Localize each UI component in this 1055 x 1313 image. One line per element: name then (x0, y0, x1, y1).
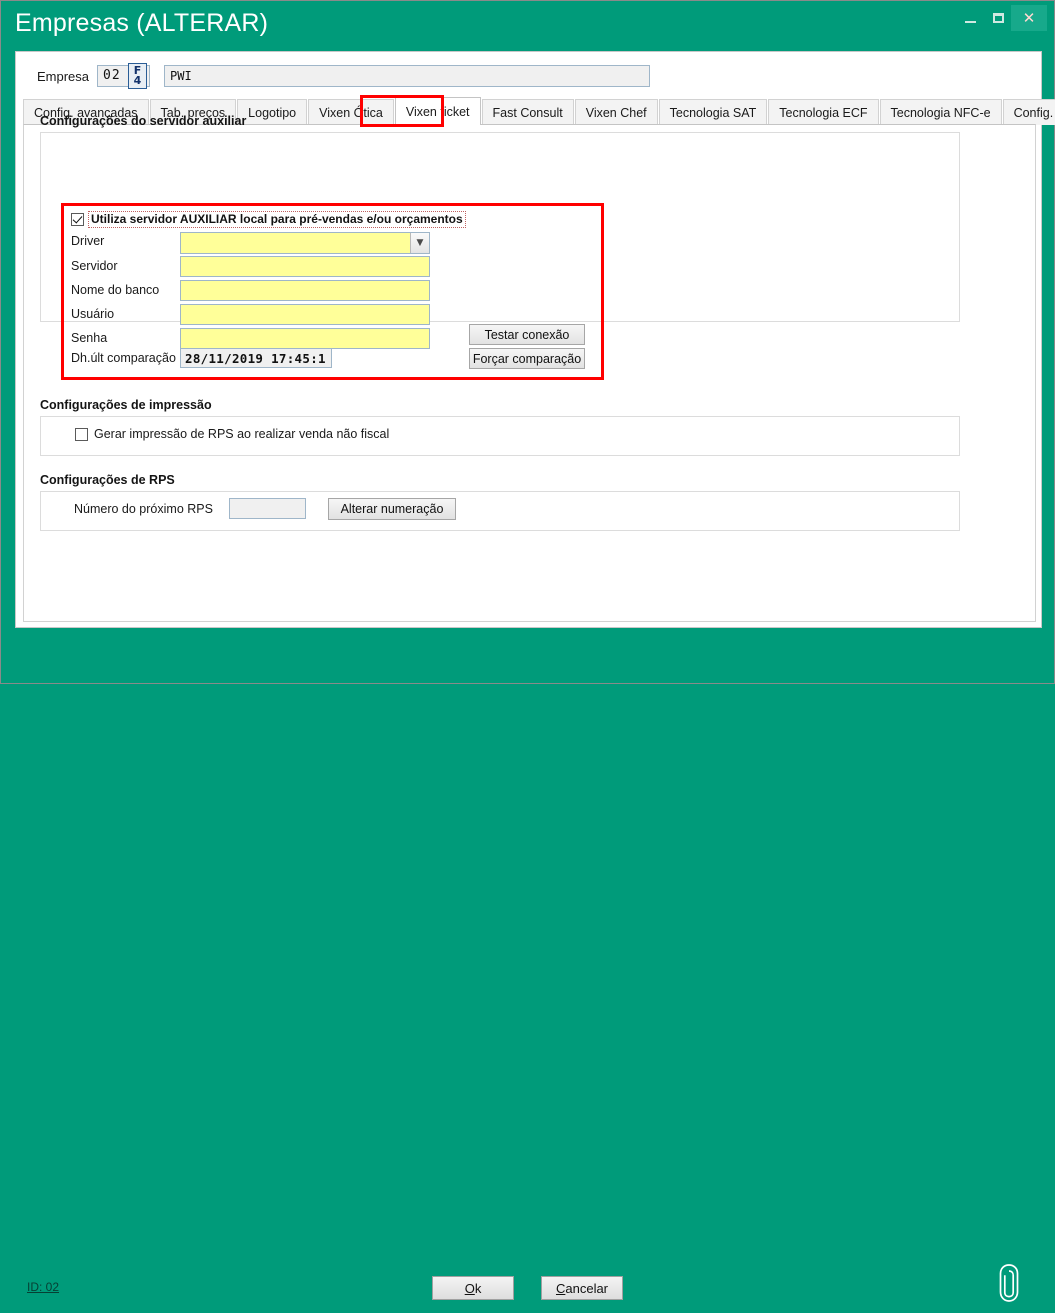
ok-button[interactable]: Ok (432, 1276, 514, 1300)
maximize-button[interactable] (983, 6, 1013, 30)
usuario-label: Usuário (71, 307, 114, 321)
forcar-comparacao-button[interactable]: Forçar comparação (469, 348, 585, 369)
cancel-button[interactable]: Cancelar (541, 1276, 623, 1300)
minimize-icon (965, 21, 976, 23)
tab-vixen-otica[interactable]: Vixen Ótica (308, 99, 394, 125)
senha-label: Senha (71, 331, 107, 345)
empresa-name-input[interactable]: PWI (164, 65, 650, 87)
alterar-numeracao-button[interactable]: Alterar numeração (328, 498, 456, 520)
tab-logotipo[interactable]: Logotipo (237, 99, 307, 125)
tab-fast-consult[interactable]: Fast Consult (482, 99, 574, 125)
record-id-link[interactable]: ID: 02 (27, 1280, 59, 1294)
driver-label: Driver (71, 234, 104, 248)
nome-banco-input[interactable] (180, 280, 430, 301)
tab-tecnologia-ecf[interactable]: Tecnologia ECF (768, 99, 878, 125)
maximize-icon (993, 13, 1004, 23)
servidor-input[interactable] (180, 256, 430, 277)
print-rps-checkbox-row[interactable]: Gerar impressão de RPS ao realizar venda… (75, 427, 389, 441)
paperclip-icon[interactable] (996, 1262, 1026, 1306)
tab-config-whatsapp[interactable]: Config. WhatsApp (1003, 99, 1055, 125)
usuario-input[interactable] (180, 304, 430, 325)
ok-rest-label: k (475, 1281, 482, 1296)
title-bar: Empresas (ALTERAR) ✕ (1, 1, 1055, 51)
application-window: Empresas (ALTERAR) ✕ Empresa 02 F 4 PWI … (0, 0, 1055, 684)
empresa-label: Empresa (37, 69, 89, 84)
server-section-title: Configurações do servidor auxiliar (40, 114, 246, 128)
f4-lookup-button[interactable]: F 4 (128, 63, 147, 89)
ok-accel-char: O (465, 1281, 475, 1296)
senha-input[interactable] (180, 328, 430, 349)
print-section-title: Configurações de impressão (40, 398, 212, 412)
rps-section-title: Configurações de RPS (40, 473, 175, 487)
cancel-accel-char: C (556, 1281, 565, 1296)
tab-tecnologia-nfce[interactable]: Tecnologia NFC-e (880, 99, 1002, 125)
content-panel: Empresa 02 F 4 PWI Config. avançadas Tab… (15, 51, 1042, 628)
servidor-label: Servidor (71, 259, 118, 273)
f4-number: 4 (134, 76, 142, 86)
cancel-rest-label: ancelar (565, 1281, 608, 1296)
print-rps-checkbox[interactable] (75, 428, 88, 441)
aux-server-checkbox-row[interactable]: Utiliza servidor AUXILIAR local para pré… (71, 211, 466, 227)
empresa-row: Empresa 02 F 4 PWI (16, 52, 1041, 97)
chevron-down-icon[interactable]: ▼ (410, 233, 429, 253)
proximo-rps-label: Número do próximo RPS (74, 502, 213, 516)
tab-vixen-chef[interactable]: Vixen Chef (575, 99, 658, 125)
dh-ult-comparacao-label: Dh.últ comparação (71, 351, 176, 365)
dh-ult-comparacao-input[interactable]: 28/11/2019 17:45:1 (180, 348, 332, 368)
tab-tecnologia-sat[interactable]: Tecnologia SAT (659, 99, 768, 125)
testar-conexao-button[interactable]: Testar conexão (469, 324, 585, 345)
aux-server-checkbox-label: Utiliza servidor AUXILIAR local para pré… (88, 211, 466, 228)
aux-server-checkbox[interactable] (71, 213, 84, 226)
paperclip-glyph (996, 1262, 1022, 1304)
print-rps-checkbox-label: Gerar impressão de RPS ao realizar venda… (94, 427, 389, 441)
tab-vixen-ticket[interactable]: Vixen ticket (395, 97, 481, 125)
close-icon: ✕ (1023, 11, 1036, 26)
footer-bar: ID: 02 Ok Cancelar (1, 628, 1055, 685)
window-title: Empresas (ALTERAR) (15, 9, 268, 38)
close-button[interactable]: ✕ (1011, 5, 1047, 31)
minimize-button[interactable] (955, 6, 985, 30)
driver-combo[interactable]: ▼ (180, 232, 430, 254)
nome-banco-label: Nome do banco (71, 283, 159, 297)
proximo-rps-input[interactable] (229, 498, 306, 519)
